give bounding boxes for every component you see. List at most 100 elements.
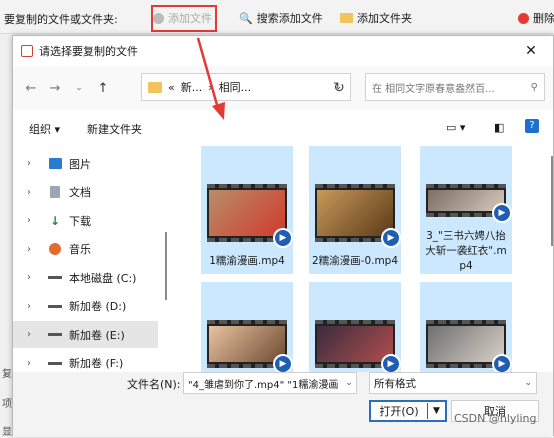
video-file-icon: ▶ <box>492 354 512 372</box>
open-label: 打开(O) <box>379 405 419 418</box>
file-type-select[interactable]: 所有格式 ⌄ <box>369 372 537 394</box>
file-name: 2糯渝漫画-0.mp4 <box>311 255 399 267</box>
music-icon <box>47 242 63 256</box>
address-part[interactable]: 新... <box>181 79 203 95</box>
sidebar-item[interactable]: › 音乐 <box>13 236 158 263</box>
video-thumbnail: ▶ <box>426 320 512 372</box>
video-thumbnail: ▶ <box>207 184 293 248</box>
file-item[interactable]: ▶ 1糯渝漫画.mp4 <box>201 146 293 274</box>
sidebar-item-label: 新加卷 (F:) <box>69 357 124 370</box>
folder-icon <box>340 13 353 23</box>
address-bar[interactable]: « 新... › 相同... ⌄ <box>141 73 351 101</box>
watermark: CSDN @hlyling <box>454 412 537 425</box>
dialog-footer: 文件名(N): "4_雏虐到你了.mp4" "1糯渝漫画 ⌄ 所有格式 ⌄ 打开… <box>13 372 553 437</box>
chevron-right-icon[interactable]: › <box>27 158 41 169</box>
dialog-app-icon <box>21 45 33 57</box>
forward-icon[interactable]: → <box>43 81 67 96</box>
file-item[interactable]: ▶3_后面丝带飘的大只时候了?.mp4 <box>201 282 293 372</box>
documents-icon <box>47 185 63 199</box>
organize-menu[interactable]: 组织 ▾ <box>29 121 60 137</box>
sidebar-item-label: 文档 <box>69 186 91 199</box>
search-add-label: 搜索添加文件 <box>256 12 323 25</box>
sidebar-item[interactable]: › 本地磁盘 (C:) <box>13 264 158 291</box>
copy-targets-label: 要复制的文件或文件夹: <box>4 13 118 26</box>
chevron-right-icon[interactable]: › <box>27 358 41 369</box>
close-button[interactable]: ✕ <box>509 36 553 66</box>
search-icon: ⚲ <box>530 81 538 93</box>
file-item[interactable]: ▶ 3_"三书六娉八抬大斩一袭红衣".mp4 <box>420 146 512 274</box>
drive-icon <box>47 271 63 285</box>
sidebar-item[interactable]: › 文档 <box>13 179 158 206</box>
video-thumbnail: ▶ <box>315 320 401 372</box>
edge-marker: 项 <box>2 399 12 410</box>
file-item[interactable]: ▶4_雏虐到你了.mp4 <box>420 282 512 372</box>
filename-label: 文件名(N): <box>127 378 181 391</box>
sidebar-item[interactable]: › 新加卷 (E:) <box>13 321 158 348</box>
video-file-icon: ▶ <box>381 228 401 248</box>
video-thumbnail: ▶ <box>315 184 401 248</box>
dialog-titlebar: 请选择要复制的文件 ✕ <box>13 36 553 66</box>
background-window-edge: 复 项 显 <box>0 35 12 438</box>
back-icon[interactable]: ← <box>19 81 43 96</box>
folder-icon <box>148 81 162 93</box>
sidebar-item-label: 本地磁盘 (C:) <box>69 271 137 285</box>
chevron-right-icon[interactable]: › <box>27 187 41 198</box>
sidebar-item-label: 音乐 <box>69 243 91 256</box>
sidebar-item[interactable]: › 新加卷 (D:) <box>13 293 158 320</box>
recent-dropdown-icon[interactable]: ⌄ <box>67 83 91 93</box>
chevron-right-icon[interactable]: › <box>27 329 41 340</box>
open-button[interactable]: 打开(O) ▼ <box>369 400 447 422</box>
address-lead: « <box>168 80 175 94</box>
video-file-icon: ▶ <box>492 203 512 223</box>
file-name: 1糯渝漫画.mp4 <box>209 255 285 267</box>
video-thumbnail: ▶ <box>426 184 512 223</box>
preview-pane-icon[interactable]: ◧ <box>494 121 504 134</box>
file-list-scrollbar[interactable] <box>549 142 554 372</box>
address-separator: › <box>208 80 213 94</box>
refresh-icon[interactable]: ↻ <box>327 76 351 100</box>
file-open-dialog: 请选择要复制的文件 ✕ ← → ⌄ ↑ « 新... › 相同... ⌄ ↻ 在… <box>12 35 554 437</box>
open-dropdown-icon[interactable]: ▼ <box>428 406 445 416</box>
address-part[interactable]: 相同... <box>219 79 252 95</box>
video-file-icon: ▶ <box>273 354 293 372</box>
sidebar-item-label: 下载 <box>69 214 91 228</box>
new-folder-button[interactable]: 新建文件夹 <box>87 121 142 137</box>
sidebar-item[interactable]: › ↓ 下载 <box>13 207 158 234</box>
chevron-right-icon[interactable]: › <box>27 301 41 312</box>
search-input[interactable]: 在 相同文字原春意盎然百... ⚲ <box>365 73 545 101</box>
search-icon: 🔍 <box>239 11 253 25</box>
navigation-scrollbar[interactable] <box>163 152 169 376</box>
delete-icon <box>518 12 529 24</box>
add-folder-label: 添加文件夹 <box>357 12 412 25</box>
filename-value: "4_雏虐到你了.mp4" "1糯渝漫画 <box>188 379 339 391</box>
search-add-button[interactable]: 🔍 搜索添加文件 <box>239 9 323 27</box>
drive-icon <box>47 328 63 342</box>
sidebar-item-label: 新加卷 (E:) <box>69 328 125 342</box>
help-icon[interactable]: ? <box>525 119 539 133</box>
file-item[interactable]: ▶4_#古装女子群像#舞.mp4 <box>309 282 401 372</box>
command-bar: 组织 ▾ 新建文件夹 ▭ ▾ ◧ ? <box>13 114 553 142</box>
sidebar-item[interactable]: › 图片 <box>13 150 158 177</box>
chevron-right-icon[interactable]: › <box>27 272 41 283</box>
view-options-icon[interactable]: ▭ ▾ <box>446 121 465 134</box>
search-placeholder: 在 相同文字原春意盎然百... <box>372 83 495 95</box>
chevron-right-icon[interactable]: › <box>27 244 41 255</box>
drive-icon <box>47 356 63 370</box>
up-icon[interactable]: ↑ <box>91 81 115 96</box>
pictures-icon <box>47 157 63 171</box>
chevron-right-icon[interactable]: › <box>27 215 41 226</box>
navigation-pane: › 图片 › 文档 › ↓ 下载 › 音乐 › 本地磁盘 (C:) › 新加卷 (D:) › 新加卷 (E:… <box>13 142 163 372</box>
video-thumbnail: ▶ <box>207 320 293 372</box>
filename-input[interactable]: "4_雏虐到你了.mp4" "1糯渝漫画 ⌄ <box>183 372 357 394</box>
app-toolbar: 要复制的文件或文件夹: 添加文件 🔍 搜索添加文件 添加文件夹 删除 <box>0 0 554 34</box>
video-file-icon: ▶ <box>381 354 401 372</box>
delete-button[interactable]: 删除 <box>518 9 554 27</box>
file-name: 3_"三书六娉八抬大斩一袭红衣".mp4 <box>425 230 507 272</box>
video-file-icon: ▶ <box>273 228 293 248</box>
file-item[interactable]: ▶ 2糯渝漫画-0.mp4 <box>309 146 401 274</box>
chevron-down-icon: ⌄ <box>524 378 532 388</box>
sidebar-item-label: 新加卷 (D:) <box>69 300 127 313</box>
add-folder-button[interactable]: 添加文件夹 <box>340 9 412 27</box>
chevron-down-icon[interactable]: ⌄ <box>342 373 356 393</box>
close-icon: ✕ <box>525 43 537 59</box>
